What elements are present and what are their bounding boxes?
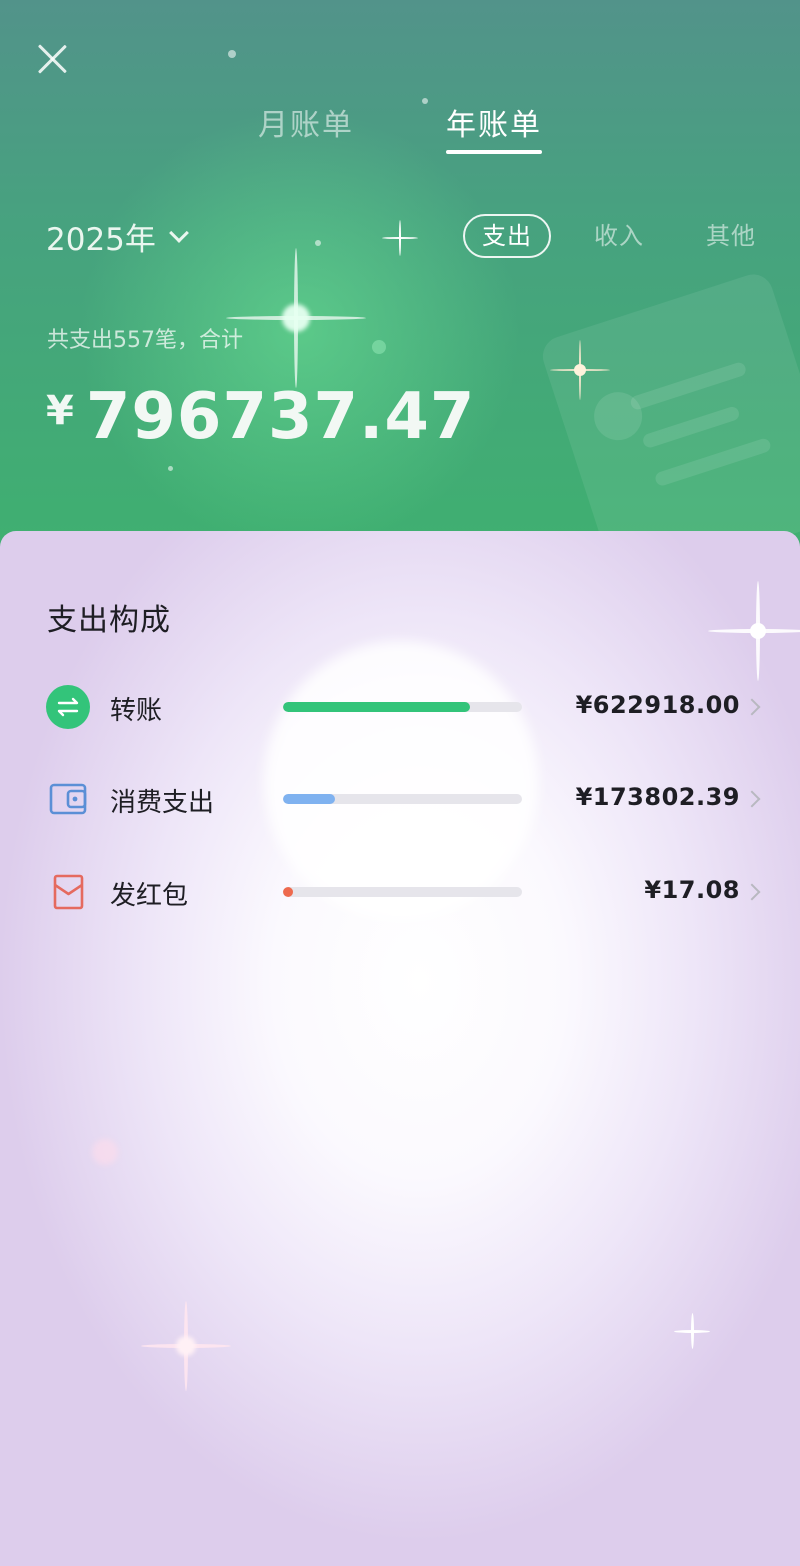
expense-summary: 共支出557笔，合计 bbox=[47, 328, 243, 353]
share-bar-track bbox=[283, 887, 522, 897]
year-selector[interactable]: 2025年 bbox=[46, 214, 189, 259]
chevron-right-icon bbox=[743, 790, 761, 808]
background-card-illustration bbox=[537, 269, 800, 560]
sparkle-dot bbox=[372, 340, 386, 354]
share-bar-fill bbox=[283, 794, 335, 804]
transfer-icon bbox=[46, 685, 90, 729]
category-amount: ¥622918.00 bbox=[575, 691, 740, 719]
currency-symbol: ¥ bbox=[46, 388, 74, 434]
category-row-consumption[interactable]: 消费支出 ¥173802.39 bbox=[0, 769, 800, 829]
total-value: 796737.47 bbox=[85, 380, 476, 454]
category-row-transfer[interactable]: 转账 ¥622918.00 bbox=[0, 677, 800, 737]
category-amount: ¥17.08 bbox=[644, 876, 740, 904]
total-amount: ¥ 796737.47 bbox=[46, 380, 475, 454]
tab-monthly-bill[interactable]: 月账单 bbox=[258, 100, 354, 144]
chevron-right-icon bbox=[743, 883, 761, 901]
year-label: 2025年 bbox=[46, 222, 156, 258]
sparkle-dot bbox=[92, 1139, 118, 1165]
category-label: 转账 bbox=[110, 696, 163, 726]
chevron-down-icon bbox=[169, 222, 189, 243]
sparkle-dot bbox=[315, 240, 321, 246]
category-amount: ¥173802.39 bbox=[575, 783, 740, 811]
tab-yearly-bill[interactable]: 年账单 bbox=[446, 100, 542, 144]
sparkle-dot bbox=[228, 50, 236, 58]
active-tab-indicator bbox=[446, 150, 542, 154]
expense-breakdown-panel: 支出构成 转账 ¥622918.00 消费支出 ¥173802.39 发红包 ¥… bbox=[0, 531, 800, 1566]
category-label: 消费支出 bbox=[110, 788, 215, 818]
filter-expense[interactable]: 支出 bbox=[463, 214, 551, 258]
red-envelope-icon bbox=[46, 870, 90, 914]
share-bar-fill bbox=[283, 702, 470, 712]
chevron-right-icon bbox=[743, 698, 761, 716]
panel-title: 支出构成 bbox=[47, 603, 171, 638]
share-bar-fill bbox=[283, 887, 293, 897]
close-button[interactable] bbox=[30, 38, 74, 82]
category-row-red-envelope[interactable]: 发红包 ¥17.08 bbox=[0, 862, 800, 922]
category-label: 发红包 bbox=[110, 881, 189, 911]
share-bar-track bbox=[283, 794, 522, 804]
bill-header: 月账单 年账单 2025年 支出 收入 其他 共支出557笔，合计 ¥ 7967… bbox=[0, 0, 800, 560]
share-bar-track bbox=[283, 702, 522, 712]
filter-income[interactable]: 收入 bbox=[594, 216, 644, 251]
filter-other[interactable]: 其他 bbox=[706, 216, 756, 251]
sparkle-dot bbox=[168, 466, 173, 471]
wallet-icon bbox=[46, 777, 90, 821]
sparkle-dot bbox=[422, 98, 428, 104]
